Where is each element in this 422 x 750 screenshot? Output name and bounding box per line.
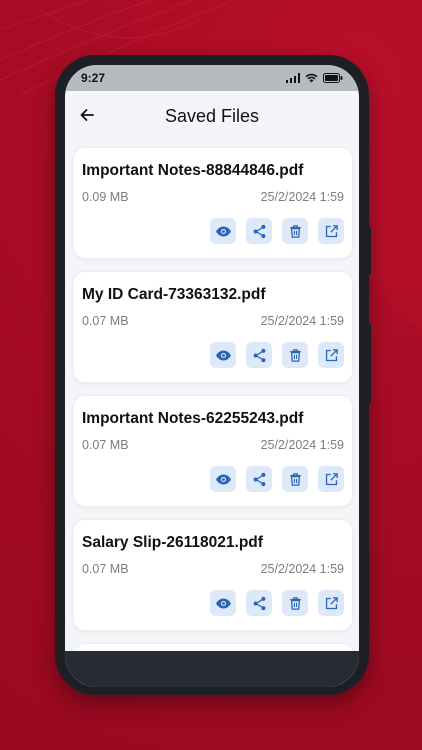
file-card[interactable]: Important Notes-62255243.pdf 0.07 MB 25/… [73,395,353,507]
share-button[interactable] [246,466,272,492]
delete-button[interactable] [282,590,308,616]
share-button[interactable] [246,590,272,616]
file-card[interactable]: My ID Card-73363132.pdf 0.07 MB 25/2/202… [73,271,353,383]
app-screen: 9:27 Saved Files Important Notes-8884484… [65,65,359,687]
file-name: Important Notes-62255243.pdf [82,410,304,427]
file-size: 0.07 MB [82,438,129,452]
file-actions [210,342,344,368]
file-date: 25/2/2024 1:59 [260,314,344,328]
arrow-left-icon [80,109,94,121]
wifi-icon [305,73,318,83]
file-card[interactable]: Important Notes-88844846.pdf 0.09 MB 25/… [73,147,353,259]
open-button[interactable] [318,590,344,616]
battery-icon [323,73,343,83]
share-button[interactable] [246,342,272,368]
signal-icon [286,73,300,83]
app-bar: Saved Files [65,91,359,141]
view-button[interactable] [210,218,236,244]
file-actions [210,590,344,616]
trash-icon [289,348,301,362]
share-icon [253,596,265,610]
file-actions [210,218,344,244]
file-date: 25/2/2024 1:59 [260,562,344,576]
back-button[interactable] [75,103,99,127]
open-external-icon [325,472,338,485]
eye-icon [215,350,231,360]
saved-files-list: Important Notes-88844846.pdf 0.09 MB 25/… [73,147,355,685]
phone-frame: 9:27 Saved Files Important Notes-8884484… [55,55,371,695]
view-button[interactable] [210,466,236,492]
share-icon [253,348,265,362]
file-size: 0.09 MB [82,190,129,204]
file-name: Important Notes-88844846.pdf [82,162,304,179]
view-button[interactable] [210,590,236,616]
file-size: 0.07 MB [82,314,129,328]
share-button[interactable] [246,218,272,244]
open-button[interactable] [318,342,344,368]
eye-icon [215,598,231,608]
file-actions [210,466,344,492]
page-title: Saved Files [164,105,260,126]
volume-button [367,227,371,275]
file-date: 25/2/2024 1:59 [260,438,344,452]
file-name: My ID Card-73363132.pdf [82,286,266,303]
eye-icon [215,226,231,236]
open-button[interactable] [318,466,344,492]
power-button [367,323,371,403]
file-date: 25/2/2024 1:59 [260,190,344,204]
open-external-icon [325,224,338,237]
open-external-icon [325,596,338,609]
open-button[interactable] [318,218,344,244]
share-icon [253,472,265,486]
eye-icon [215,474,231,484]
file-name: Salary Slip-26118021.pdf [82,534,263,551]
trash-icon [289,224,301,238]
delete-button[interactable] [282,218,308,244]
status-bar: 9:27 [65,65,359,91]
file-size: 0.07 MB [82,562,129,576]
system-nav-bar [65,651,359,687]
delete-button[interactable] [282,342,308,368]
trash-icon [289,472,301,486]
open-external-icon [325,348,338,361]
view-button[interactable] [210,342,236,368]
delete-button[interactable] [282,466,308,492]
trash-icon [289,596,301,610]
file-card[interactable]: Salary Slip-26118021.pdf 0.07 MB 25/2/20… [73,519,353,631]
share-icon [253,224,265,238]
status-time: 9:27 [81,71,106,85]
